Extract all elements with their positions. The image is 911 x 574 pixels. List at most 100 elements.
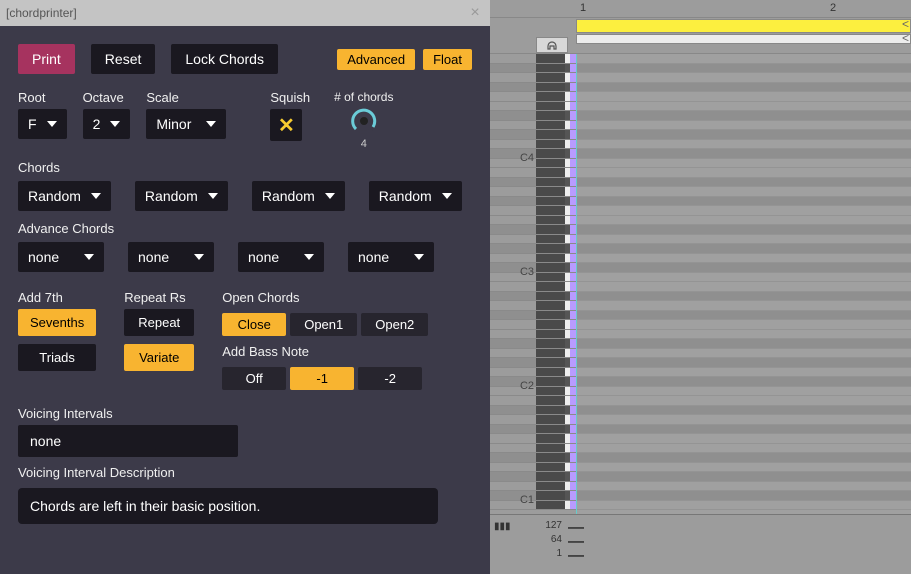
key-lane bbox=[490, 102, 576, 112]
grid-lane bbox=[576, 339, 911, 349]
key-lane bbox=[490, 92, 576, 102]
grid-lane bbox=[576, 482, 911, 492]
num-chords-knob[interactable] bbox=[349, 106, 379, 136]
caret-down-icon bbox=[91, 193, 101, 199]
open1-button[interactable]: Open1 bbox=[290, 313, 357, 336]
grid-lane bbox=[576, 206, 911, 216]
headphone-icon bbox=[546, 39, 558, 51]
grid-lane bbox=[576, 434, 911, 444]
scale-select[interactable]: Minor bbox=[146, 109, 226, 139]
grid-lane bbox=[576, 301, 911, 311]
root-label: Root bbox=[18, 90, 67, 105]
grid-lane bbox=[576, 377, 911, 387]
key-lane bbox=[490, 197, 576, 207]
grid-lane bbox=[576, 102, 911, 112]
squish-button[interactable]: ✕ bbox=[270, 109, 302, 141]
advance-slot-4[interactable]: none bbox=[348, 242, 434, 272]
caret-down-icon bbox=[304, 254, 314, 260]
chordprinter-panel: [chordprinter] × Print Reset Lock Chords… bbox=[0, 0, 490, 574]
chord-slot-4[interactable]: Random bbox=[369, 181, 462, 211]
bass-minus2-button[interactable]: -2 bbox=[358, 367, 422, 390]
grid-lane bbox=[576, 83, 911, 93]
advance-slot-3[interactable]: none bbox=[238, 242, 324, 272]
reset-button[interactable]: Reset bbox=[91, 44, 156, 74]
variate-button[interactable]: Variate bbox=[124, 344, 194, 371]
bass-minus1-button[interactable]: -1 bbox=[290, 367, 354, 390]
grid-lane bbox=[576, 387, 911, 397]
octave-select[interactable]: 2 bbox=[83, 109, 131, 139]
piano-roll: 1 2 < < C4 C3 C2 C1 ▮▮▮ 127 64 1 — — — bbox=[490, 0, 911, 574]
caret-down-icon bbox=[194, 254, 204, 260]
key-lane bbox=[490, 425, 576, 435]
piano-keys[interactable]: C4 C3 C2 C1 bbox=[490, 54, 576, 514]
scale-label: Scale bbox=[146, 90, 226, 105]
voicing-description: Chords are left in their basic position. bbox=[18, 488, 438, 524]
caret-down-icon bbox=[84, 254, 94, 260]
key-lane bbox=[490, 292, 576, 302]
add-bass-label: Add Bass Note bbox=[222, 344, 428, 359]
caret-down-icon bbox=[414, 254, 424, 260]
open-chords-segment: Close Open1 Open2 bbox=[222, 313, 428, 336]
loop-end-marker-icon: < bbox=[902, 31, 909, 45]
key-lane bbox=[490, 358, 576, 368]
key-lane bbox=[490, 178, 576, 188]
lock-chords-button[interactable]: Lock Chords bbox=[171, 44, 278, 74]
bass-off-button[interactable]: Off bbox=[222, 367, 286, 390]
repeat-button[interactable]: Repeat bbox=[124, 309, 194, 336]
chords-label: Chords bbox=[0, 154, 490, 177]
advance-slot-1[interactable]: none bbox=[18, 242, 104, 272]
grid-lane bbox=[576, 187, 911, 197]
key-lane bbox=[490, 225, 576, 235]
key-lane bbox=[490, 64, 576, 74]
key-lane bbox=[490, 415, 576, 425]
window-title: [chordprinter] bbox=[6, 6, 77, 20]
voicing-intervals-label: Voicing Intervals bbox=[0, 394, 490, 423]
sevenths-button[interactable]: Sevenths bbox=[18, 309, 96, 336]
key-lane bbox=[490, 330, 576, 340]
bar-marker: 1 bbox=[580, 2, 586, 14]
add-7th-label: Add 7th bbox=[18, 290, 96, 305]
print-button[interactable]: Print bbox=[18, 44, 75, 74]
voicing-select[interactable]: none bbox=[18, 425, 238, 457]
grid-lane bbox=[576, 292, 911, 302]
root-select[interactable]: F bbox=[18, 109, 67, 139]
grid-lane bbox=[576, 406, 911, 416]
grid-lane bbox=[576, 235, 911, 245]
grid-lane bbox=[576, 444, 911, 454]
open2-button[interactable]: Open2 bbox=[361, 313, 428, 336]
advance-slot-2[interactable]: none bbox=[128, 242, 214, 272]
open-close-button[interactable]: Close bbox=[222, 313, 286, 336]
grid-lane bbox=[576, 54, 911, 64]
grid-lane bbox=[576, 282, 911, 292]
chord-slot-1[interactable]: Random bbox=[18, 181, 111, 211]
preview-headphone-button[interactable] bbox=[536, 37, 568, 53]
key-lane bbox=[490, 235, 576, 245]
ruler[interactable]: 1 2 < < bbox=[490, 0, 911, 54]
key-lane bbox=[490, 206, 576, 216]
caret-down-icon bbox=[442, 193, 452, 199]
velocity-lane[interactable]: ▮▮▮ 127 64 1 — — — bbox=[490, 514, 911, 574]
add-bass-segment: Off -1 -2 bbox=[222, 367, 428, 390]
loop-brace[interactable] bbox=[576, 34, 911, 44]
grid-lane bbox=[576, 330, 911, 340]
triads-button[interactable]: Triads bbox=[18, 344, 96, 371]
titlebar: [chordprinter] × bbox=[0, 0, 490, 26]
key-lane bbox=[490, 472, 576, 482]
grid-lane bbox=[576, 415, 911, 425]
grid-lane bbox=[576, 92, 911, 102]
close-icon[interactable]: × bbox=[466, 4, 484, 22]
octave-label: Octave bbox=[83, 90, 131, 105]
key-lane bbox=[490, 453, 576, 463]
chord-slot-3[interactable]: Random bbox=[252, 181, 345, 211]
float-button[interactable]: Float bbox=[423, 49, 472, 70]
key-lane bbox=[490, 282, 576, 292]
key-lane bbox=[490, 140, 576, 150]
grid-lane bbox=[576, 358, 911, 368]
advanced-button[interactable]: Advanced bbox=[337, 49, 415, 70]
note-grid[interactable] bbox=[576, 54, 911, 514]
chord-slot-2[interactable]: Random bbox=[135, 181, 228, 211]
key-label-c1: C1 bbox=[520, 494, 534, 506]
key-lane bbox=[490, 396, 576, 406]
midi-clip-bar[interactable] bbox=[576, 19, 911, 33]
grid-lane bbox=[576, 73, 911, 83]
